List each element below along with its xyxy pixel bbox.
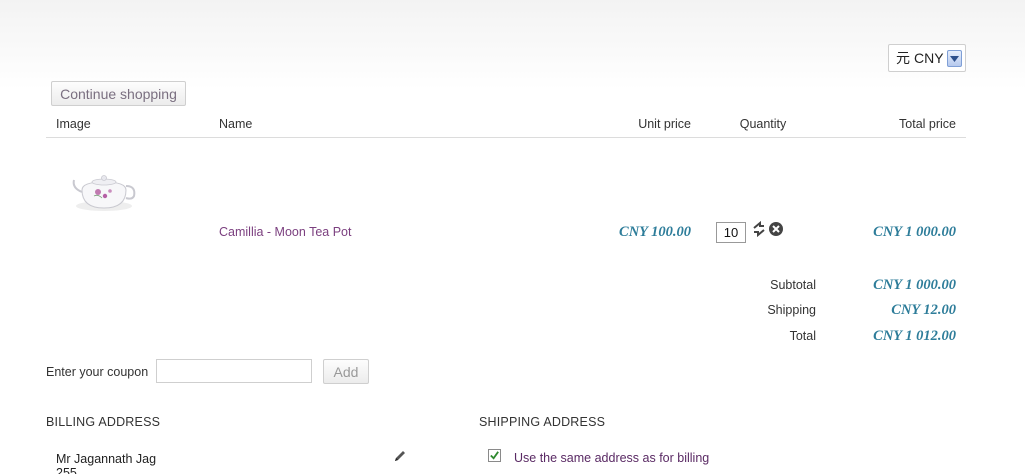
subtotal-value: CNY 1 000.00 [873, 277, 956, 293]
total-value: CNY 1 012.00 [873, 328, 956, 344]
header-quantity: Quantity [739, 117, 787, 131]
refresh-icon[interactable] [752, 220, 766, 238]
pencil-icon[interactable] [392, 448, 408, 464]
unit-price: CNY 100.00 [619, 224, 691, 240]
header-image: Image [56, 117, 91, 131]
currency-symbol: 元 [896, 50, 910, 66]
row-total-price: CNY 1 000.00 [873, 224, 956, 240]
shipping-label: Shipping [767, 303, 816, 317]
currency-code: CNY [914, 50, 944, 66]
product-image-teapot[interactable] [60, 160, 150, 230]
add-coupon-button[interactable]: Add [323, 359, 369, 384]
remove-icon[interactable] [768, 221, 784, 237]
quantity-input[interactable]: 10 [716, 222, 746, 243]
checkmark-icon [490, 451, 499, 460]
subtotal-label: Subtotal [770, 278, 816, 292]
billing-address-title: BILLING ADDRESS [46, 415, 161, 429]
same-address-checkbox[interactable] [488, 449, 501, 462]
total-label: Total [789, 329, 816, 343]
billing-address-line: 255 [56, 466, 77, 474]
shipping-address-title: SHIPPING ADDRESS [479, 415, 606, 429]
coupon-label: Enter your coupon [46, 365, 149, 379]
shipping-value: CNY 12.00 [891, 302, 956, 318]
continue-shopping-button[interactable]: Continue shopping [51, 81, 186, 106]
header-unit-price: Unit price [638, 117, 691, 131]
currency-select[interactable]: 元 CNY [888, 44, 966, 72]
chevron-down-icon[interactable] [947, 50, 962, 67]
same-address-label[interactable]: Use the same address as for billing [514, 451, 709, 465]
table-divider [46, 137, 966, 138]
header-name: Name [219, 117, 253, 131]
billing-name: Mr Jagannath Jag [56, 452, 157, 466]
product-name-link[interactable]: Camillia - Moon Tea Pot [219, 225, 351, 239]
header-total-price: Total price [899, 117, 956, 131]
coupon-input[interactable] [156, 359, 312, 383]
